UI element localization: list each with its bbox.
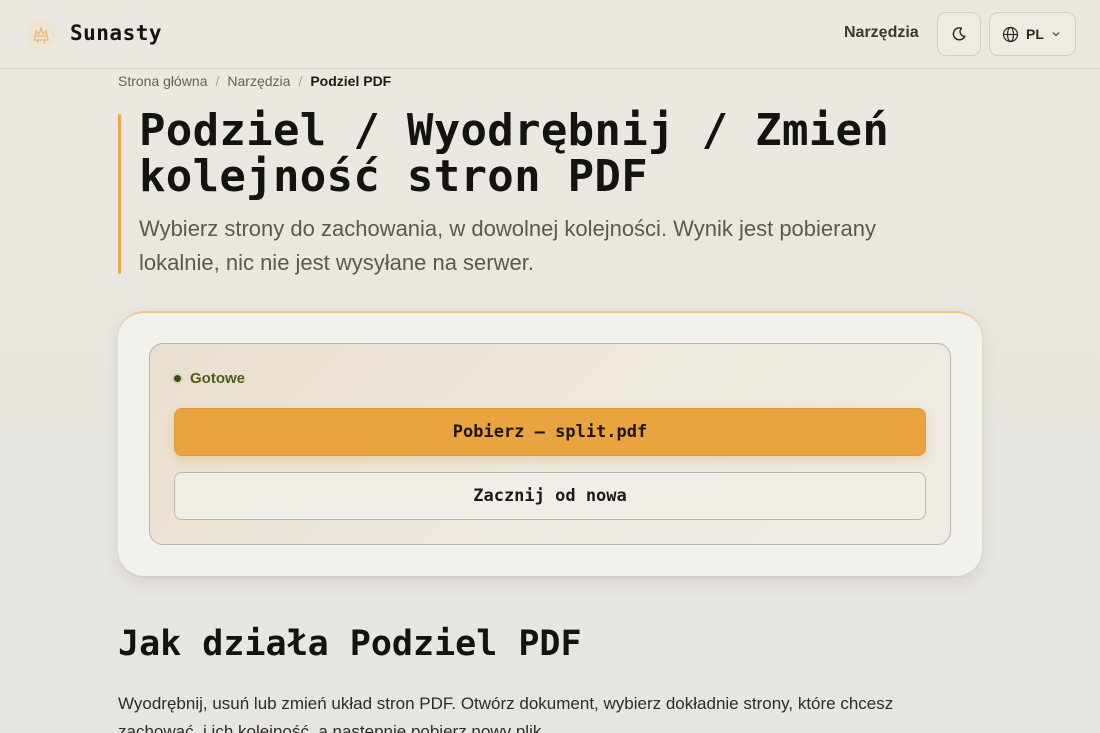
status-badge: Gotowe xyxy=(172,370,245,387)
moon-icon xyxy=(952,27,966,41)
page-subtitle: Wybierz strony do zachowania, w dowolnej… xyxy=(139,216,876,275)
breadcrumb-home[interactable]: Strona główna xyxy=(118,73,208,89)
breadcrumb: Strona główna / Narzędzia / Podziel PDF xyxy=(118,73,391,89)
breadcrumb-separator: / xyxy=(298,73,303,89)
status-text: Gotowe xyxy=(190,370,245,387)
section-title: Jak działa Podziel PDF xyxy=(118,624,582,664)
breadcrumb-tools[interactable]: Narzędzia xyxy=(227,73,290,89)
sun-logo-icon[interactable] xyxy=(26,19,56,49)
hero-accent-bar xyxy=(118,114,121,274)
chevron-down-icon xyxy=(1052,32,1060,37)
section-text: Wyodrębnij, usuń lub zmień układ stron P… xyxy=(118,694,894,733)
top-navigation: Sunasty Narzędzia PL xyxy=(0,0,1100,69)
globe-icon xyxy=(1002,26,1019,42)
page-title: Podziel / Wyodrębnij / Zmień kolejność s… xyxy=(139,105,890,202)
tool-card: Gotowe Pobierz — split.pdf Zacznij od no… xyxy=(118,311,982,576)
result-panel: Gotowe Pobierz — split.pdf Zacznij od no… xyxy=(149,343,951,545)
status-dot-icon xyxy=(172,373,183,384)
language-selector[interactable]: PL xyxy=(989,12,1076,56)
language-label: PL xyxy=(1026,26,1044,42)
breadcrumb-separator: / xyxy=(215,73,220,89)
nav-link-tools[interactable]: Narzędzia xyxy=(844,24,919,42)
theme-toggle-button[interactable] xyxy=(937,12,981,56)
start-over-button[interactable]: Zacznij od nowa xyxy=(174,472,926,520)
brand-name[interactable]: Sunasty xyxy=(70,21,162,45)
breadcrumb-current: Podziel PDF xyxy=(310,73,392,89)
download-button[interactable]: Pobierz — split.pdf xyxy=(174,408,926,456)
